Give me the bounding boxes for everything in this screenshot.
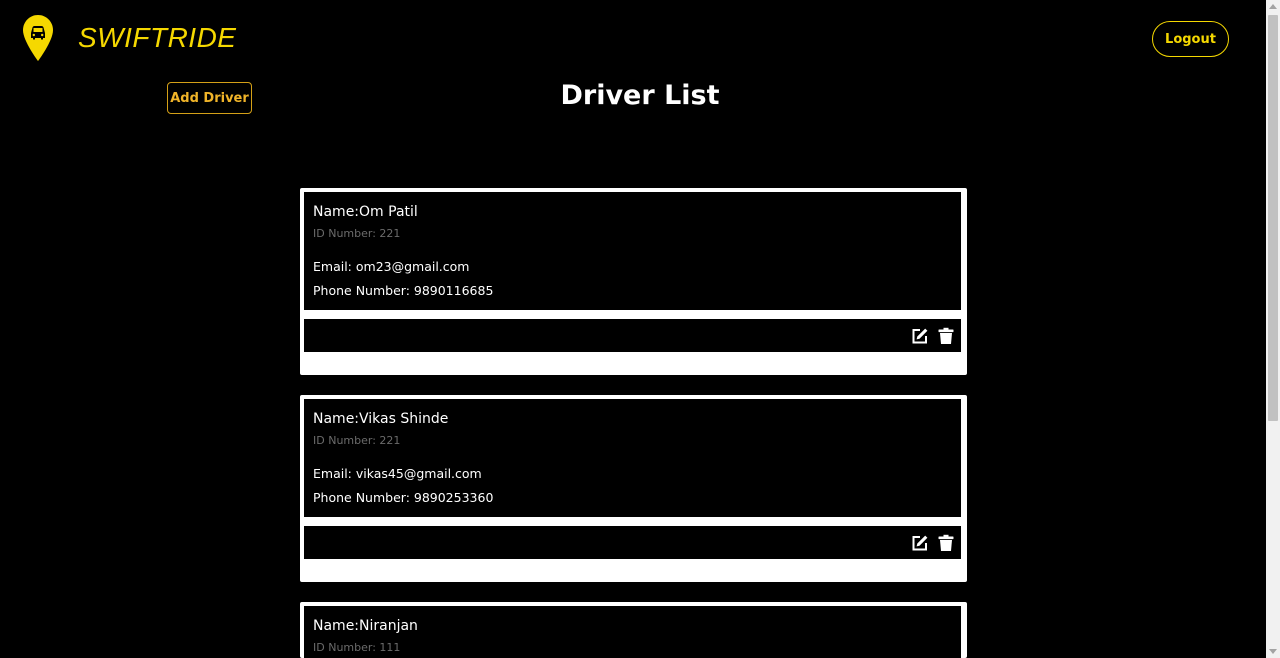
driver-name: Name:Om Patil <box>313 204 418 220</box>
scroll-thumb[interactable] <box>1268 15 1278 421</box>
driver-name: Name:Vikas Shinde <box>313 411 449 427</box>
trash-icon[interactable] <box>937 534 955 552</box>
trash-icon[interactable] <box>937 327 955 345</box>
driver-card-body: Name:Om Patil ID Number: 221 Email: om23… <box>304 192 961 310</box>
driver-card: Name:Niranjan ID Number: 111 <box>300 602 967 658</box>
scroll-down-arrow[interactable] <box>1269 649 1277 654</box>
driver-id-number: ID Number: 111 <box>313 641 401 654</box>
logo-icon[interactable] <box>22 14 54 62</box>
driver-card: Name:Vikas Shinde ID Number: 221 Email: … <box>300 395 967 582</box>
driver-name: Name:Niranjan <box>313 618 418 634</box>
page-scrollbar[interactable] <box>1266 0 1280 658</box>
page-title: Driver List <box>560 80 720 111</box>
edit-icon[interactable] <box>911 534 929 552</box>
driver-card-body: Name:Niranjan ID Number: 111 <box>304 606 961 658</box>
scroll-up-arrow[interactable] <box>1269 4 1277 9</box>
driver-phone: Phone Number: 9890253360 <box>313 490 494 505</box>
driver-email: Email: vikas45@gmail.com <box>313 466 482 481</box>
driver-card: Name:Om Patil ID Number: 221 Email: om23… <box>300 188 967 375</box>
driver-phone: Phone Number: 9890116685 <box>313 283 494 298</box>
driver-card-actions <box>304 526 961 559</box>
driver-id-number: ID Number: 221 <box>313 227 401 240</box>
edit-icon[interactable] <box>911 327 929 345</box>
brand-name: SWIFTRIDE <box>78 22 237 53</box>
driver-email: Email: om23@gmail.com <box>313 259 470 274</box>
driver-card-body: Name:Vikas Shinde ID Number: 221 Email: … <box>304 399 961 517</box>
logout-button[interactable]: Logout <box>1152 21 1229 57</box>
driver-id-number: ID Number: 221 <box>313 434 401 447</box>
driver-card-actions <box>304 319 961 352</box>
